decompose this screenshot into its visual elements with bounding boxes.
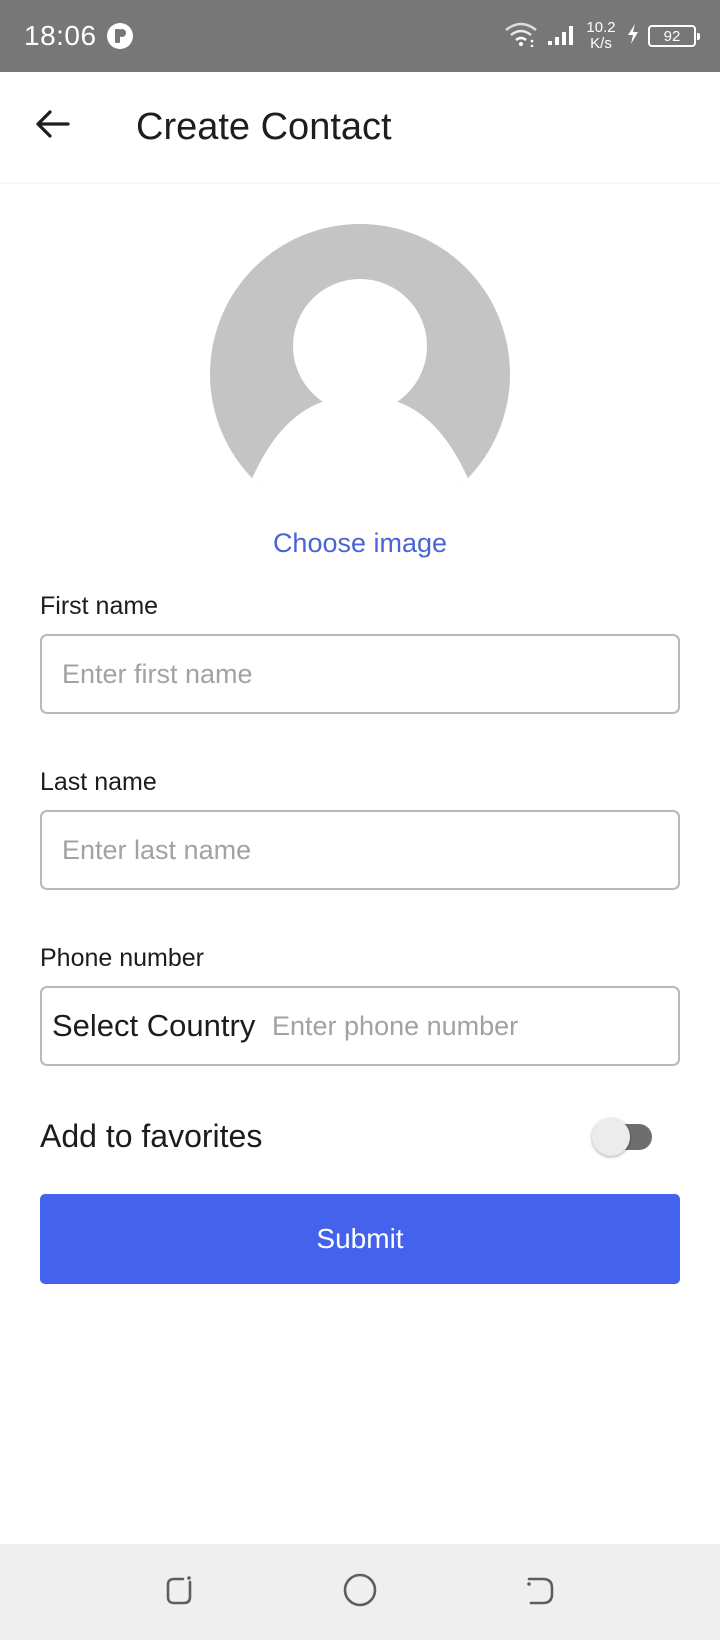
signal-icon: [546, 22, 576, 51]
app-notification-icon: [106, 22, 134, 50]
app-header: Create Contact: [0, 72, 720, 184]
battery-level: 92: [663, 27, 681, 45]
system-nav-bar: [0, 1544, 720, 1640]
recent-apps-icon: [163, 1573, 197, 1612]
back-button[interactable]: [26, 100, 78, 152]
phone-number-field: Select Country: [40, 986, 680, 1066]
favorites-label: Add to favorites: [40, 1118, 263, 1154]
page-title: Create Contact: [136, 106, 392, 148]
phone-number-input[interactable]: [272, 988, 678, 1064]
status-bar: 18:06 10.2 K/s 92: [0, 0, 720, 72]
favorites-toggle[interactable]: [592, 1116, 658, 1158]
net-speed: 10.2 K/s: [584, 20, 618, 52]
home-icon: [342, 1572, 378, 1613]
avatar-image[interactable]: [210, 224, 510, 488]
home-button[interactable]: [338, 1570, 382, 1614]
battery-icon: 92: [648, 25, 700, 47]
status-time: 18:06: [24, 20, 97, 51]
net-speed-unit: K/s: [590, 35, 612, 52]
toggle-thumb: [592, 1118, 630, 1156]
charging-icon: [626, 23, 640, 50]
arrow-left-icon: [34, 109, 70, 144]
back-icon: [523, 1573, 557, 1612]
status-icons: 10.2 K/s 92: [504, 16, 700, 56]
net-speed-value: 10.2: [586, 19, 616, 36]
nav-back-button[interactable]: [518, 1570, 562, 1614]
first-name-input[interactable]: [40, 634, 680, 714]
phone-number-label: Phone number: [40, 944, 205, 972]
submit-button[interactable]: Submit: [40, 1194, 680, 1284]
choose-image-link[interactable]: Choose image: [0, 528, 720, 559]
last-name-label: Last name: [40, 768, 157, 796]
last-name-input[interactable]: [40, 810, 680, 890]
default-avatar-icon: [210, 224, 510, 492]
select-country-dropdown[interactable]: Select Country: [42, 1008, 272, 1044]
wifi-icon: [504, 21, 538, 52]
first-name-label: First name: [40, 592, 159, 620]
recent-apps-button[interactable]: [158, 1570, 202, 1614]
